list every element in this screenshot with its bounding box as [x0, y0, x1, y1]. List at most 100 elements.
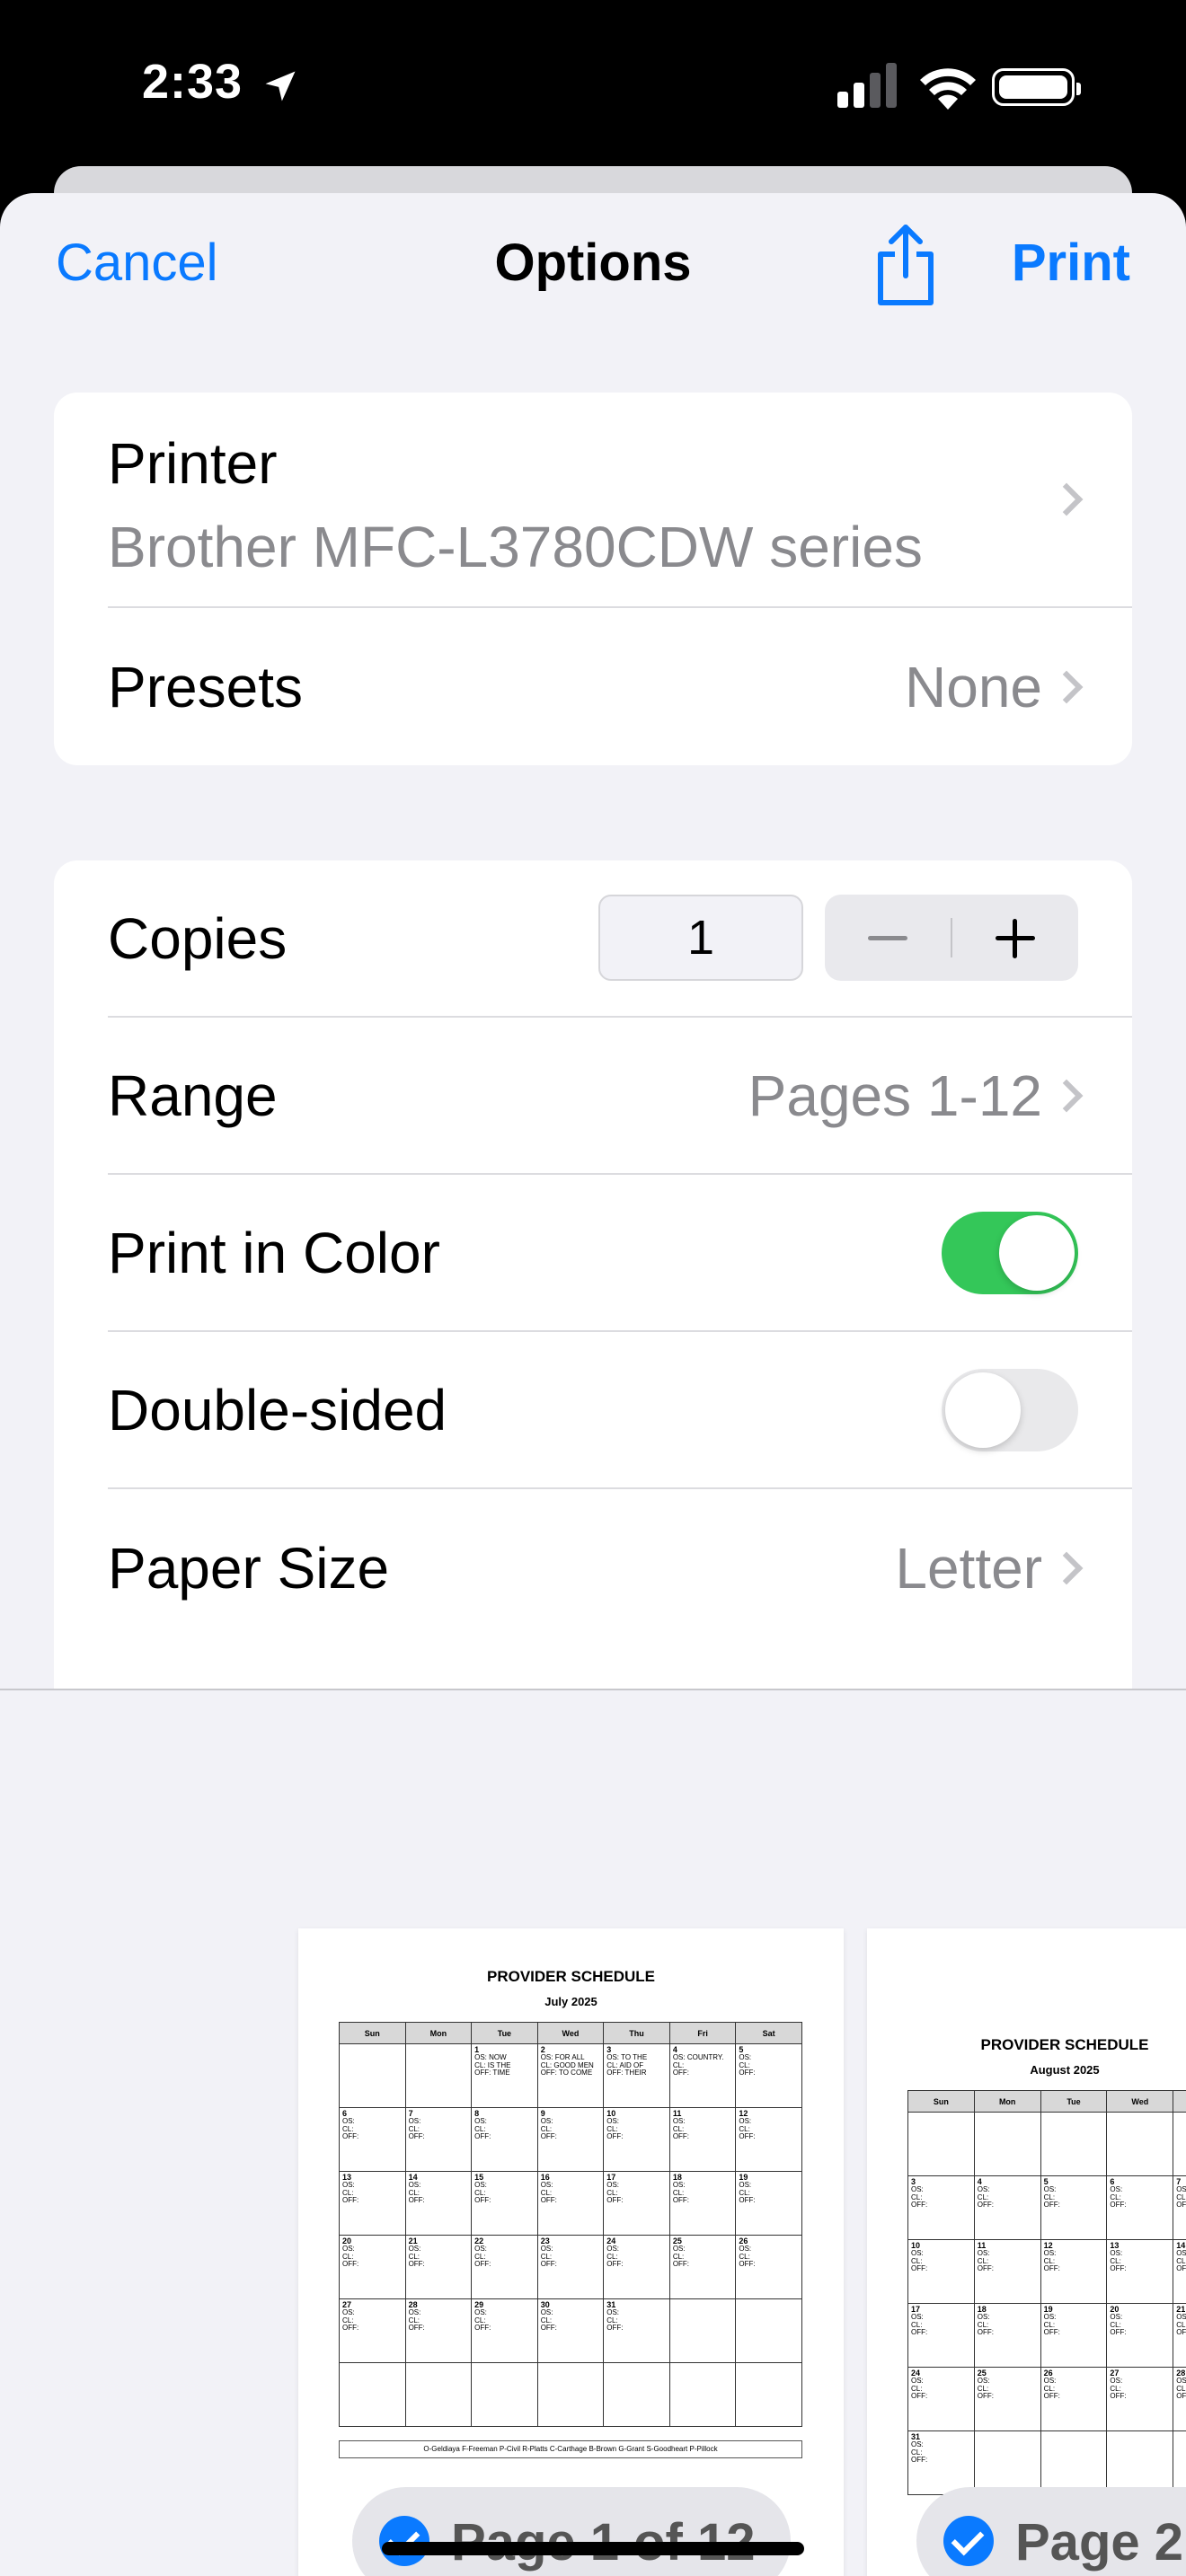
- calendar-day-text: OS: CL: OFF:: [1176, 2185, 1186, 2210]
- calendar-day-cell: [404, 2043, 473, 2108]
- calendar-day-cell: 3 OS: CL: OFF:: [907, 2175, 975, 2240]
- calendar-day-text: OS: CL: OFF:: [739, 2053, 756, 2078]
- calendar-day-cell: 10 OS: CL: OFF:: [907, 2239, 975, 2304]
- sheet-title: Options: [494, 234, 692, 292]
- calendar-day-cell: 20 OS: CL: OFF:: [1106, 2303, 1174, 2368]
- range-label: Range: [108, 1063, 278, 1128]
- copies-label: Copies: [108, 905, 288, 971]
- calendar-day-text: OS: COUNTRY. CL: OFF:: [672, 2053, 724, 2078]
- calendar-day-text: OS: CL: OFF:: [911, 2185, 928, 2210]
- calendar-day-cell: 2 OS: FOR ALL CL: GOOD MEN OFF: TO COME: [536, 2043, 605, 2108]
- range-row[interactable]: Range Pages 1-12: [108, 1018, 1132, 1175]
- calendar-day-text: OS: CL: OFF:: [342, 2245, 359, 2269]
- calendar-day-text: OS: CL: OFF:: [1043, 2249, 1060, 2273]
- calendar-day-cell: 25 OS: CL: OFF:: [668, 2235, 737, 2299]
- calendar-day-header: Tue: [471, 2022, 538, 2044]
- calendar-day-cell: [907, 2112, 975, 2176]
- calendar-day-cell: 10 OS: CL: OFF:: [603, 2107, 670, 2172]
- calendar-day-header: Mon: [404, 2022, 473, 2044]
- presets-label: Presets: [108, 654, 303, 719]
- calendar-day-text: OS: CL: OFF:: [911, 2377, 928, 2401]
- calendar-day-cell: 15 OS: CL: OFF:: [471, 2171, 538, 2236]
- presets-value: None: [905, 654, 1042, 719]
- calendar-day-text: OS: CL: OFF:: [606, 2117, 624, 2141]
- calendar-day-cell: [735, 2298, 802, 2363]
- calendar-table: SunMonTueWedThu 3OS: CL: OFF:4OS: CL: OFF…: [907, 2090, 1186, 2495]
- print-in-color-toggle[interactable]: [942, 1211, 1078, 1294]
- calendar-day-header: Mon: [973, 2090, 1041, 2113]
- calendar-day-cell: 30 OS: CL: OFF:: [536, 2298, 605, 2363]
- double-sided-toggle[interactable]: [942, 1368, 1078, 1451]
- presets-row[interactable]: Presets None: [108, 608, 1132, 765]
- calendar-week-row: [339, 2362, 802, 2427]
- printer-row[interactable]: Printer Brother MFC-L3780CDW series: [108, 393, 1132, 608]
- calendar-day-cell: [339, 2043, 406, 2108]
- calendar-day-text: OS: CL: OFF:: [977, 2185, 995, 2210]
- calendar-table: Sun Mon Tue Wed Thu Fri Sat 1 OS: NOW CL: IS THE…: [339, 2022, 802, 2427]
- calendar-header-row: Sun Mon Tue Wed Thu Fri Sat: [339, 2022, 802, 2044]
- calendar-day-cell: 23 OS: CL: OFF:: [536, 2235, 605, 2299]
- chevron-right-icon: [1049, 670, 1084, 703]
- calendar-day-text: OS: CL: OFF:: [540, 2308, 557, 2333]
- calendar-day-text: OS: CL: OFF:: [672, 2117, 690, 2141]
- share-icon[interactable]: [870, 220, 942, 310]
- calendar-day-text: OS: CL: OFF:: [540, 2245, 557, 2269]
- calendar-day-text: OS: CL: OFF:: [1043, 2313, 1060, 2337]
- copies-input[interactable]: 1: [598, 895, 803, 981]
- calendar-day-cell: 6 OS: CL: OFF:: [339, 2107, 406, 2172]
- toggle-knob: [999, 1214, 1075, 1291]
- paper-size-row[interactable]: Paper Size Letter: [108, 1489, 1132, 1646]
- calendar-day-text: OS: CL: OFF:: [474, 2308, 491, 2333]
- calendar-day-text: OS: CL: OFF:: [408, 2181, 425, 2205]
- calendar-day-cell: 3 OS: TO THE CL: AID OF OFF: THEIR: [603, 2043, 670, 2108]
- page-preview-strip[interactable]: PROVIDER SCHEDULE July 2025 Sun Mon Tue Wed…: [0, 1689, 1186, 2576]
- calendar-day-cell: 18 OS: CL: OFF:: [973, 2303, 1041, 2368]
- calendar-week-row: [907, 2112, 1186, 2176]
- checkmark-circle-icon[interactable]: [943, 2516, 994, 2566]
- chevron-right-icon: [1049, 1551, 1084, 1584]
- calendar-week-row: 3 OS: CL: OFF: 4 OS: CL: OFF: 5 OS: CL: OFF: 6…: [907, 2175, 1186, 2240]
- calendar-day-text: OS: CL: OFF:: [1043, 2185, 1060, 2210]
- calendar-day-cell: 28OS: CL: OFF:: [1173, 2367, 1186, 2431]
- calendar-header-row: SunMonTueWedThu: [907, 2090, 1186, 2113]
- calendar-day-cell: [668, 2362, 737, 2427]
- page-title: PROVIDER SCHEDULE: [486, 1968, 656, 1985]
- calendar-week-row: 31 OS: CL: OFF:: [907, 2430, 1186, 2495]
- calendar-day-cell: 28OS: CL: OFF:: [404, 2298, 473, 2363]
- calendar-day-cell: 4 OS: CL: OFF:: [973, 2175, 1041, 2240]
- calendar-day-header: Sat: [735, 2022, 802, 2044]
- print-button[interactable]: Print: [1012, 233, 1130, 293]
- page-preview-1[interactable]: PROVIDER SCHEDULE July 2025 Sun Mon Tue Wed…: [298, 1928, 844, 2576]
- calendar-day-text: OS: CL: OFF:: [672, 2245, 690, 2269]
- calendar-day-text: OS: CL: OFF:: [977, 2249, 995, 2273]
- printer-value: Brother MFC-L3780CDW series: [108, 515, 923, 579]
- print-in-color-row: Print in Color: [108, 1175, 1132, 1332]
- calendar-day-cell: [668, 2298, 737, 2363]
- calendar-day-text: OS: CL: OFF:: [342, 2117, 359, 2141]
- calendar-day-cell: [1173, 2430, 1186, 2495]
- double-sided-label: Double-sided: [108, 1377, 447, 1442]
- calendar-week-row: 1 OS: NOW CL: IS THE OFF: TIME 2 OS: FOR AL…: [339, 2043, 802, 2108]
- calendar-day-text: OS: CL: OFF:: [408, 2308, 425, 2333]
- calendar-day-cell: 19 OS: CL: OFF:: [735, 2171, 802, 2236]
- calendar-day-cell: 12 OS: CL: OFF:: [735, 2107, 802, 2172]
- calendar-day-text: OS: CL: OFF:: [739, 2245, 756, 2269]
- copies-row: Copies 1: [108, 860, 1132, 1018]
- page-title: PROVIDER SCHEDULE: [980, 2036, 1149, 2053]
- copies-stepper: [825, 895, 1078, 981]
- page-preview-2[interactable]: PROVIDER SCHEDULE August 2025 Sun Mon Tue W…: [867, 1928, 1186, 2576]
- calendar-day-text: OS: CL: OFF:: [540, 2117, 557, 2141]
- calendar-day-cell: 1 OS: NOW CL: IS THE OFF: TIME: [471, 2043, 538, 2108]
- calendar-day-cell: [1040, 2112, 1108, 2176]
- increment-button[interactable]: [952, 895, 1078, 981]
- calendar-day-cell: 26 OS: CL: OFF:: [735, 2235, 802, 2299]
- calendar-day-text: OS: CL: OFF:: [540, 2181, 557, 2205]
- checkmark-circle-icon[interactable]: [379, 2516, 429, 2566]
- chevron-right-icon: [1049, 482, 1084, 516]
- range-value: Pages 1-12: [748, 1063, 1042, 1128]
- calendar-day-cell: [973, 2430, 1041, 2495]
- calendar-day-cell: [973, 2112, 1041, 2176]
- calendar-day-cell: 19 OS: CL: OFF:: [1040, 2303, 1108, 2368]
- calendar-week-row: 24 OS: CL: OFF: 25 OS: CL: OFF: 26 OS: CL: OF…: [907, 2367, 1186, 2431]
- decrement-button[interactable]: [825, 895, 951, 981]
